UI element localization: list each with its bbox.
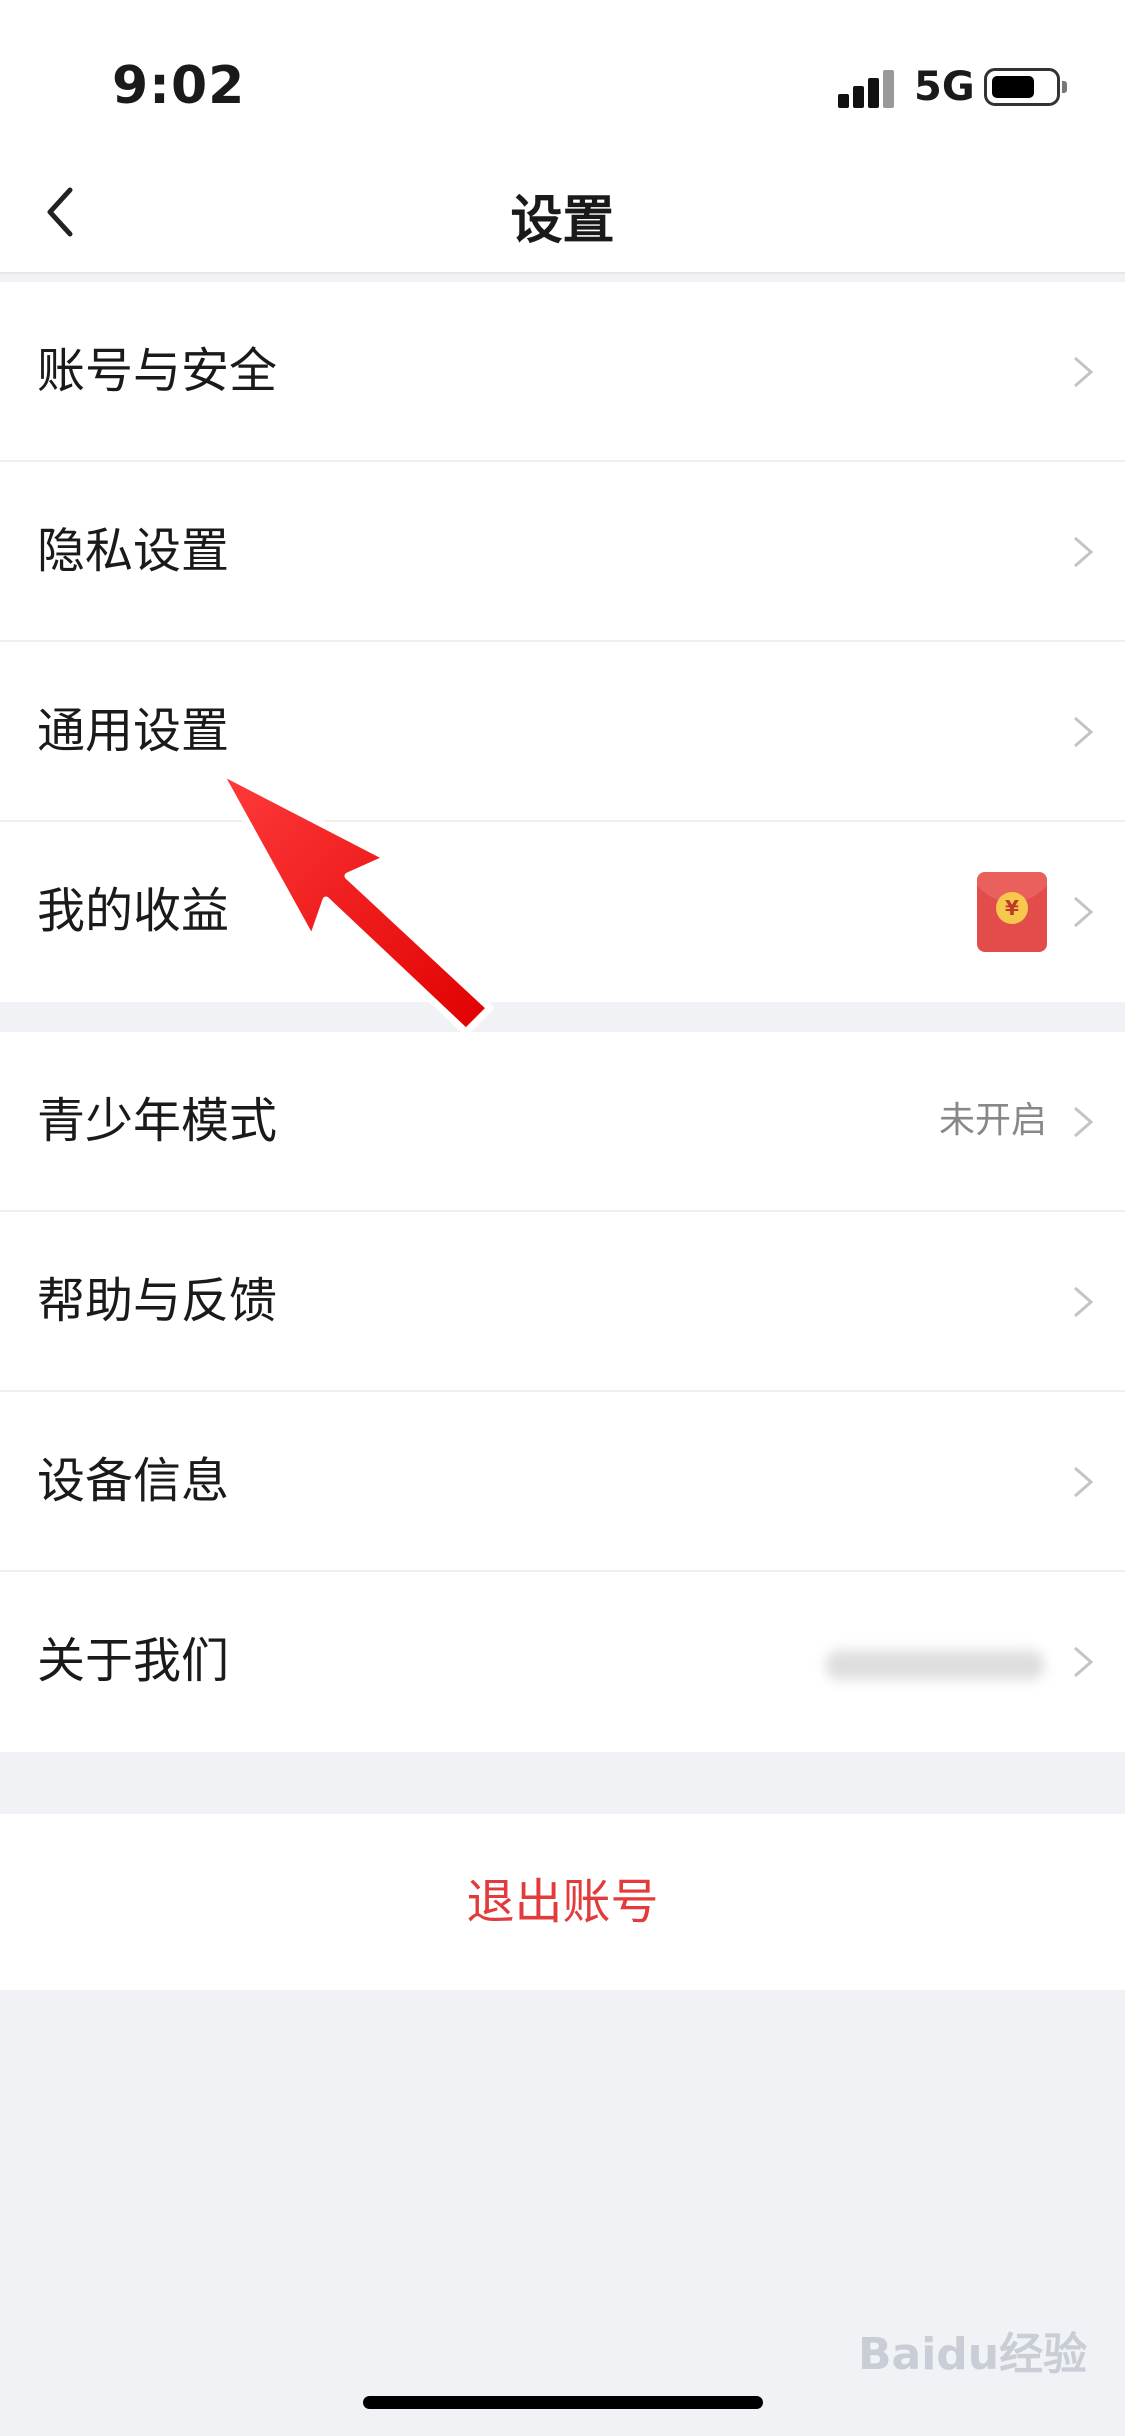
teen-mode-status: 未开启: [938, 1100, 1047, 1141]
row-about-us[interactable]: 关于我们: [0, 1572, 1125, 1752]
chevron-right-icon: [1074, 1646, 1094, 1678]
yuan-badge: ¥: [996, 892, 1028, 924]
chevron-right-icon: [1074, 1106, 1094, 1138]
page-title: 设置: [510, 191, 615, 251]
baidu-watermark: Baidu经验: [858, 2329, 1088, 2380]
chevron-right-icon: [1074, 536, 1094, 568]
nav-bar: 设置: [0, 150, 1125, 274]
row-privacy-settings[interactable]: 隐私设置: [0, 462, 1125, 642]
chevron-right-icon: [1074, 356, 1094, 388]
row-label: 设备信息: [37, 1453, 230, 1509]
settings-group-1: 账号与安全 隐私设置 通用设置 我的收益 ¥: [0, 282, 1125, 1002]
red-arrow-annotation: [214, 766, 494, 1036]
status-bar: 9:02 5G: [0, 0, 1125, 150]
row-label: 帮助与反馈: [37, 1273, 278, 1329]
row-label: 关于我们: [37, 1633, 230, 1689]
chevron-right-icon: [1074, 1286, 1094, 1318]
red-packet-icon: ¥: [977, 872, 1047, 952]
row-label: 青少年模式: [37, 1093, 278, 1149]
row-label: 账号与安全: [37, 343, 278, 399]
status-time: 9:02: [112, 56, 246, 116]
row-device-info[interactable]: 设备信息: [0, 1392, 1125, 1572]
row-help-feedback[interactable]: 帮助与反馈: [0, 1212, 1125, 1392]
row-general-settings[interactable]: 通用设置: [0, 642, 1125, 822]
row-my-earnings[interactable]: 我的收益 ¥: [0, 822, 1125, 1002]
row-teen-mode[interactable]: 青少年模式 未开启: [0, 1032, 1125, 1212]
logout-button[interactable]: 退出账号: [0, 1814, 1125, 1990]
settings-group-2: 青少年模式 未开启 帮助与反馈 设备信息 关于我们: [0, 1032, 1125, 1752]
battery-icon: [984, 68, 1067, 106]
row-label: 隐私设置: [37, 523, 230, 579]
signal-icon: [838, 68, 898, 108]
home-indicator[interactable]: [363, 2396, 763, 2409]
row-account-security[interactable]: 账号与安全: [0, 282, 1125, 462]
chevron-right-icon: [1074, 716, 1094, 748]
chevron-right-icon: [1074, 896, 1094, 928]
chevron-right-icon: [1074, 1466, 1094, 1498]
network-type: 5G: [914, 64, 975, 110]
blurred-version-text: [825, 1650, 1045, 1680]
